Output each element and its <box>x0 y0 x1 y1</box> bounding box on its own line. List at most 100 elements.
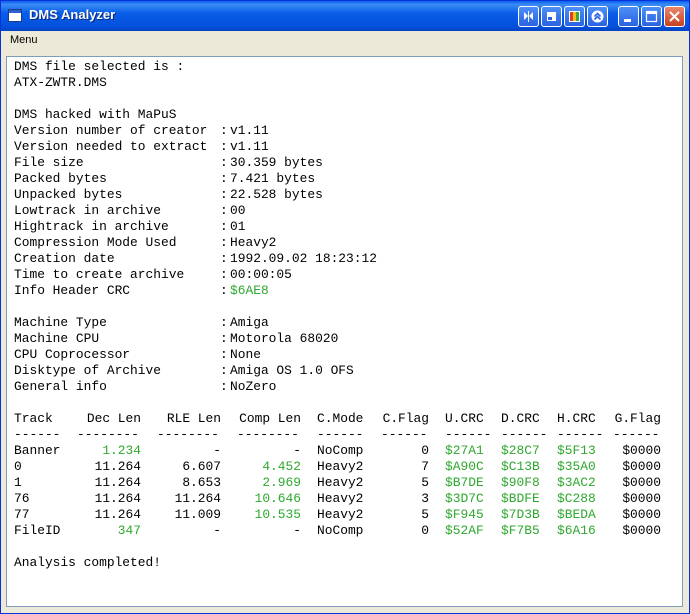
selected-label: DMS file selected is : <box>14 59 185 74</box>
info-value: 30.359 bytes <box>230 155 323 170</box>
table-cell-ucrc: $52AF <box>445 523 484 538</box>
table-cell-flag: 5 <box>421 507 429 522</box>
machine-value: Amiga OS 1.0 OFS <box>230 363 354 378</box>
info-label: Info Header CRC <box>14 283 131 298</box>
info-colon: : <box>220 267 228 282</box>
table-cell-dec: 11.264 <box>94 459 141 474</box>
menu-menu[interactable]: Menu <box>10 34 38 46</box>
table-cell-gflag: $0000 <box>622 507 661 522</box>
column-header: Comp Len <box>239 411 301 426</box>
maximize-button[interactable] <box>641 6 662 27</box>
machine-value: None <box>230 347 261 362</box>
window-mode-icon <box>547 12 556 21</box>
table-cell-dcrc: $28C7 <box>501 443 540 458</box>
table-cell-mode: Heavy2 <box>317 459 364 474</box>
table-cell-ucrc: $F945 <box>445 507 484 522</box>
table-cell-dcrc: $BDFE <box>501 491 540 506</box>
column-separator: ------ <box>501 427 548 442</box>
table-cell-dcrc: $F7B5 <box>501 523 540 538</box>
table-cell-ucrc: $3D7C <box>445 491 484 506</box>
column-header: D.CRC <box>501 411 540 426</box>
table-cell-hcrc: $C288 <box>557 491 596 506</box>
column-header: H.CRC <box>557 411 596 426</box>
table-cell-track: Banner <box>14 443 61 458</box>
info-label: Packed bytes <box>14 171 107 186</box>
machine-colon: : <box>220 363 228 378</box>
info-value: 1992.09.02 18:23:12 <box>230 251 377 266</box>
info-value: 7.421 bytes <box>230 171 316 186</box>
table-cell-comp: 10.535 <box>254 507 301 522</box>
machine-value: NoZero <box>230 379 277 394</box>
info-label: Lowtrack in archive <box>14 203 161 218</box>
table-cell-gflag: $0000 <box>622 491 661 506</box>
table-cell-rle: 6.607 <box>182 459 221 474</box>
info-label: Unpacked bytes <box>14 187 123 202</box>
table-cell-track: 0 <box>14 459 22 474</box>
table-cell-hcrc: $6A16 <box>557 523 596 538</box>
table-cell-hcrc: $BEDA <box>557 507 596 522</box>
table-cell-dcrc: $7D3B <box>501 507 540 522</box>
table-cell-dcrc: $90F8 <box>501 475 540 490</box>
maximize-icon <box>645 10 658 23</box>
machine-label: Machine Type <box>14 315 107 330</box>
info-value: 00 <box>230 203 246 218</box>
machine-value: Motorola 68020 <box>230 331 339 346</box>
pin-icon <box>524 11 533 22</box>
table-cell-dec: 11.264 <box>94 507 141 522</box>
output-area[interactable]: DMS file selected is : ATX-ZWTR.DMS DMS … <box>6 56 683 607</box>
column-header: Track <box>14 411 53 426</box>
info-colon: : <box>220 219 228 234</box>
info-value: v1.11 <box>230 139 269 154</box>
table-cell-dec: 347 <box>117 523 141 538</box>
info-value: 22.528 bytes <box>230 187 323 202</box>
table-cell-ucrc: $27A1 <box>445 443 484 458</box>
column-separator: ------ <box>613 427 660 442</box>
info-colon: : <box>220 139 228 154</box>
column-header: U.CRC <box>445 411 484 426</box>
column-separator: ------ <box>445 427 492 442</box>
table-cell-track: 77 <box>14 507 30 522</box>
palette-icon <box>569 11 580 22</box>
table-cell-rle: 11.264 <box>174 491 221 506</box>
table-cell-mode: Heavy2 <box>317 475 364 490</box>
table-cell-mode: NoComp <box>317 443 364 458</box>
machine-label: Machine CPU <box>14 331 100 346</box>
window-mode-button[interactable] <box>541 6 562 27</box>
table-cell-comp: 10.646 <box>254 491 301 506</box>
table-cell-gflag: $0000 <box>622 475 661 490</box>
table-cell-gflag: $0000 <box>622 459 661 474</box>
table-cell-dec: 11.264 <box>94 491 141 506</box>
info-label: Compression Mode Used <box>14 235 177 250</box>
minimize-button[interactable] <box>618 6 639 27</box>
column-header: C.Flag <box>382 411 429 426</box>
table-cell-flag: 5 <box>421 475 429 490</box>
table-cell-hcrc: $5F13 <box>557 443 596 458</box>
color-button[interactable] <box>564 6 585 27</box>
close-button[interactable] <box>664 6 685 27</box>
app-icon[interactable] <box>8 9 22 22</box>
info-colon: : <box>220 171 228 186</box>
table-cell-rle: 8.653 <box>182 475 221 490</box>
machine-colon: : <box>220 379 228 394</box>
rollup-button[interactable] <box>587 6 608 27</box>
info-label: Creation date <box>14 251 115 266</box>
table-cell-hcrc: $35A0 <box>557 459 596 474</box>
table-cell-track: 1 <box>14 475 22 490</box>
table-cell-mode: Heavy2 <box>317 491 364 506</box>
info-label: File size <box>14 155 84 170</box>
table-cell-track: 76 <box>14 491 30 506</box>
info-value: 01 <box>230 219 246 234</box>
table-cell-flag: 0 <box>421 443 429 458</box>
info-label: Hightrack in archive <box>14 219 169 234</box>
table-cell-comp: - <box>293 523 301 538</box>
table-cell-comp: 4.452 <box>262 459 301 474</box>
machine-label: General info <box>14 379 107 394</box>
rollup-icon <box>591 10 604 23</box>
column-separator: -------- <box>77 427 139 442</box>
table-cell-hcrc: $3AC2 <box>557 475 596 490</box>
info-value: 00:00:05 <box>230 267 292 282</box>
title-bar[interactable]: DMS Analyzer <box>1 1 689 31</box>
table-cell-rle: - <box>213 523 221 538</box>
pin-button[interactable] <box>518 6 539 27</box>
info-colon: : <box>220 203 228 218</box>
